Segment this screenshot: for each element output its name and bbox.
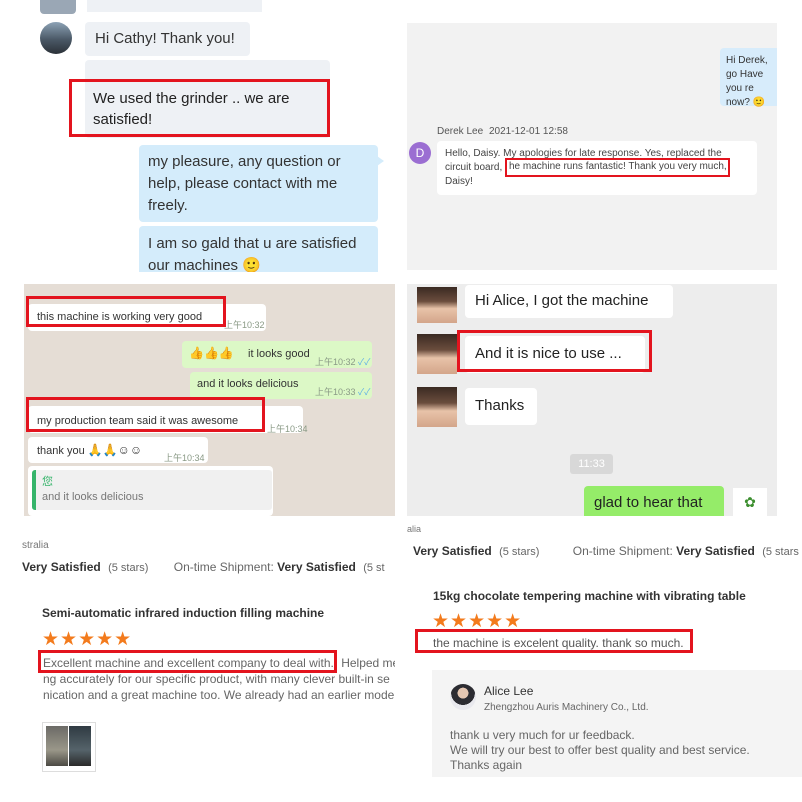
contact-avatar	[417, 334, 457, 374]
review-highlight: Excellent machine and excellent company …	[43, 656, 334, 670]
star-rating: ★★★★★	[42, 629, 133, 650]
message-text: And it is nice to use ...	[475, 345, 622, 362]
pray-emoji-icon: 🙏🙏☺☺	[87, 443, 143, 457]
smile-emoji-icon: 🙂	[752, 97, 766, 108]
message-text: We used the grinder .. we are satisfied!	[93, 90, 290, 128]
chat-panel-whatsapp: this machine is working very good 上午10:3…	[24, 284, 395, 516]
review-panel-filling-machine: stralia Very Satisfied (5 stars) On-time…	[22, 530, 395, 802]
seller-avatar	[450, 684, 476, 710]
sender-name: Derek Lee	[437, 126, 484, 137]
seller-name: Alice Lee	[484, 684, 534, 698]
message-text: glad to hear that	[594, 494, 703, 511]
message-bubble-outgoing: Hi Derek, go Have you re now? 🙂	[720, 48, 777, 108]
message-bubble-outgoing: my pleasure, any question or help, pleas…	[139, 145, 378, 222]
review-text: ng accurately for our specific product, …	[43, 672, 390, 686]
reply-text: and it looks delicious	[42, 491, 144, 503]
message-text: my production team said it was awesome	[37, 415, 239, 427]
reply-author: 您	[42, 476, 53, 488]
review-text: Excellent machine and excellent company …	[43, 656, 395, 670]
message-text: thank you 🙏🙏☺☺	[37, 443, 143, 457]
contact-avatar	[417, 387, 457, 427]
message-text: and it looks delicious	[197, 378, 299, 390]
shipment-value: Very Satisfied	[277, 560, 356, 574]
rating-stars-count: (5 stars)	[108, 562, 149, 574]
bubble-tail	[377, 156, 384, 166]
message-text-highlight: he machine runs fantastic! Thank you ver…	[509, 161, 727, 172]
chat-panel-alice: Hi Alice, I got the machine And it is ni…	[407, 284, 777, 516]
quoted-reply	[32, 470, 272, 510]
thumbs-up-emoji-icon: 👍👍👍	[189, 346, 234, 360]
message-time: 上午10:32	[224, 320, 265, 330]
sprout-icon: ✿	[733, 488, 767, 516]
message-text: Hi Alice, I got the machine	[475, 292, 649, 309]
review-photo-thumbnail[interactable]	[42, 722, 96, 772]
shipment-stars-count: (5 st	[363, 562, 385, 574]
contact-avatar	[40, 22, 72, 54]
message-text: this machine is working very good	[37, 311, 203, 323]
top-avatar-fragment	[40, 0, 76, 14]
review-continuation: Helped me	[341, 656, 395, 670]
shipment-label: On-time Shipment:	[173, 560, 274, 574]
message-time: 上午10:33 ✓✓	[315, 387, 371, 397]
rating-row: Very Satisfied (5 stars) On-time Shipmen…	[22, 560, 385, 574]
product-title: Semi-automatic infrared induction fillin…	[42, 606, 325, 620]
message-bubble-incoming: Hi Alice, I got the machine	[465, 285, 673, 318]
reply-text: We will try our best to offer best quali…	[450, 743, 750, 757]
message-text: Daisy!	[445, 176, 473, 187]
message-bubble-outgoing: I am so gald that u are satisfied our ma…	[139, 226, 378, 272]
message-text: it looks good	[248, 348, 310, 360]
message-time: 上午10:34	[164, 453, 205, 463]
chat-panel-derek: Hi Derek, go Have you re now? 🙂 D Derek …	[407, 23, 777, 270]
time-chip: 11:33	[570, 454, 613, 474]
reply-text: Thanks again	[450, 758, 523, 772]
message-text: my pleasure, any question or help, pleas…	[148, 153, 341, 214]
rating-row: Very Satisfied (5 stars) On-time Shipmen…	[413, 544, 799, 558]
chat-panel-cathy: Hi Cathy! Thank you! We used the grinder…	[22, 0, 394, 272]
reviewer-country: alia	[407, 524, 422, 534]
review-text: nication and a great machine too. We alr…	[43, 688, 395, 702]
shipment-value: Very Satisfied	[676, 544, 755, 558]
smile-emoji-icon: 🙂	[242, 257, 261, 272]
rating-value: Very Satisfied	[22, 560, 101, 574]
shipment-label: On-time Shipment:	[572, 544, 673, 558]
review-panel-chocolate-machine: alia Very Satisfied (5 stars) On-time Sh…	[407, 520, 802, 802]
reply-text: thank u very much for ur feedback.	[450, 728, 635, 742]
sender-avatar: D	[409, 142, 431, 164]
rating-stars-count: (5 stars)	[499, 546, 540, 558]
contact-avatar	[417, 287, 457, 323]
message-bubble-incoming: Thanks	[465, 388, 537, 425]
reviewer-country: stralia	[22, 540, 49, 551]
product-title: 15kg chocolate tempering machine with vi…	[433, 589, 746, 603]
message-timestamp: 2021-12-01 12:58	[489, 126, 568, 137]
message-bubble-outgoing: glad to hear that	[584, 486, 724, 516]
shipment-stars-count: (5 stars	[762, 546, 799, 558]
read-check-icon: ✓✓	[358, 357, 371, 367]
review-text: the machine is excelent quality. thank s…	[433, 636, 684, 650]
message-text: Hi Cathy! Thank you!	[95, 30, 235, 47]
rating-value: Very Satisfied	[413, 544, 492, 558]
message-text: Thanks	[475, 397, 525, 414]
read-check-icon: ✓✓	[358, 387, 371, 397]
message-time: 上午10:34	[267, 424, 308, 434]
message-bubble-incoming: Hi Cathy! Thank you!	[85, 22, 250, 56]
seller-company: Zhengzhou Auris Machinery Co., Ltd.	[484, 702, 649, 713]
top-bubble-fragment	[87, 0, 262, 12]
message-time: 上午10:32 ✓✓	[315, 357, 371, 367]
avatar-letter: D	[415, 146, 425, 160]
